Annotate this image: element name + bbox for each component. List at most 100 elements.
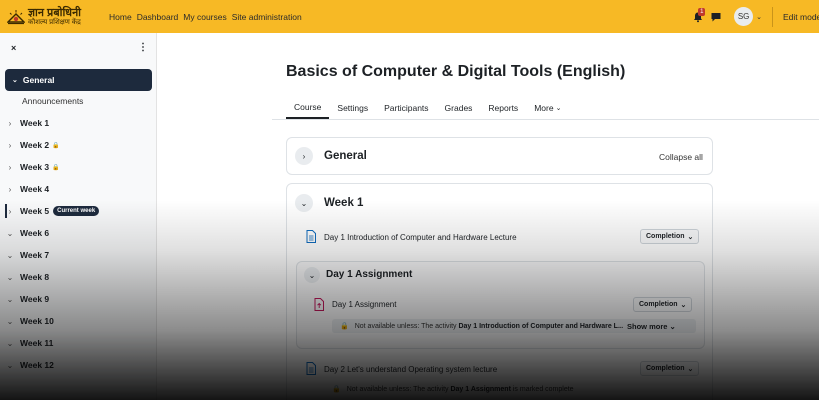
chevron-down-icon: ⌄ bbox=[6, 294, 14, 304]
notification-count-badge: 1 bbox=[698, 7, 706, 16]
tabs-divider bbox=[272, 119, 819, 120]
user-avatar[interactable]: SG bbox=[734, 7, 754, 26]
sidebar-item-label: Week 5 bbox=[20, 206, 50, 216]
tab-more-label: More bbox=[534, 103, 554, 113]
sidebar-item-week-4[interactable]: › Week 4 bbox=[0, 179, 157, 199]
restriction-text: Not available unless: The activity bbox=[346, 385, 451, 393]
sidebar-item-label: Week 3 bbox=[20, 162, 50, 172]
chevron-right-icon: › bbox=[8, 206, 12, 216]
activity-link-day2-lecture[interactable]: Day 2 Let's understand Operating system … bbox=[324, 365, 497, 374]
nav-my-courses[interactable]: My courses bbox=[183, 12, 226, 22]
subsection-day1-assignment: ⌄ Day 1 Assignment Day 1 Assignment Comp… bbox=[296, 261, 705, 349]
secondary-nav-tabs: Course Settings Participants Grades Repo… bbox=[286, 97, 569, 119]
section-title-week-1: Week 1 bbox=[324, 197, 364, 209]
primary-nav: Home Dashboard My courses Site administr… bbox=[109, 12, 302, 22]
sidebar-item-general[interactable]: ⌄ General bbox=[5, 69, 152, 91]
top-navbar: ज्ञान प्रबोधिनी कौशल्य प्रशिक्षण केंद्र … bbox=[0, 0, 819, 33]
tab-grades[interactable]: Grades bbox=[437, 97, 481, 119]
chevron-down-icon: ⌄ bbox=[555, 105, 562, 112]
notifications-bell-icon[interactable]: 1 bbox=[692, 7, 706, 23]
section-title-general: General bbox=[324, 150, 367, 162]
user-tools: 1 SG ⌄ Edit mode bbox=[692, 0, 819, 33]
sidebar-item-label: Week 8 bbox=[20, 272, 50, 282]
sidebar-item-week-5[interactable]: › Week 5 Current week bbox=[0, 201, 157, 221]
restriction-info: 🔒 Not available unless: The activity Day… bbox=[324, 382, 674, 396]
brand-line-2: कौशल्य प्रशिक्षण केंद्र bbox=[28, 18, 81, 26]
chevron-right-icon: › bbox=[8, 118, 12, 128]
brand-line-1: ज्ञान प्रबोधिनी bbox=[28, 6, 82, 19]
sidebar-item-announcements[interactable]: Announcements bbox=[22, 91, 83, 111]
show-more-button[interactable]: Show more ⌄ bbox=[623, 322, 680, 331]
assignment-upload-icon bbox=[314, 298, 324, 311]
subsection-title: Day 1 Assignment bbox=[326, 269, 413, 280]
lock-icon: 🔒 bbox=[332, 386, 341, 393]
sidebar-item-label: Week 11 bbox=[20, 338, 54, 348]
drawer-more-options-icon[interactable]: ⋮ bbox=[138, 42, 148, 53]
restriction-activity-name: Day 1 Assignment bbox=[450, 385, 511, 393]
close-drawer-icon[interactable]: × bbox=[11, 43, 16, 53]
chevron-right-icon: › bbox=[8, 140, 12, 150]
collapse-section-chevron-down-icon[interactable]: ⌄ bbox=[295, 194, 313, 212]
lock-icon: 🔒 bbox=[52, 164, 60, 171]
sunrise-logo-icon bbox=[7, 9, 25, 24]
sidebar-item-label: Week 1 bbox=[20, 118, 50, 128]
user-menu-chevron-down-icon[interactable]: ⌄ bbox=[756, 13, 762, 21]
chevron-right-icon: › bbox=[8, 162, 12, 172]
sidebar-item-week-11[interactable]: ⌄ Week 11 bbox=[0, 333, 157, 353]
course-index-drawer: × ⋮ ⌄ General Announcements › Week 1 › Wee… bbox=[0, 33, 157, 400]
tab-reports[interactable]: Reports bbox=[480, 97, 526, 119]
chevron-down-icon: ⌄ bbox=[6, 316, 14, 326]
chevron-down-icon: ⌄ bbox=[12, 77, 18, 84]
edit-mode-toggle[interactable]: Edit mode bbox=[783, 12, 819, 22]
collapse-subsection-chevron-down-icon[interactable]: ⌄ bbox=[304, 267, 320, 283]
drawer-header: × ⋮ bbox=[0, 33, 156, 63]
restriction-text: Not available unless: The activity bbox=[354, 322, 459, 330]
chevron-down-icon: ⌄ bbox=[669, 322, 676, 331]
messages-chat-icon[interactable] bbox=[710, 11, 722, 23]
chevron-down-icon: ⌄ bbox=[6, 338, 14, 348]
tab-participants[interactable]: Participants bbox=[376, 97, 436, 119]
sidebar-item-label: General bbox=[22, 75, 55, 85]
nav-dashboard[interactable]: Dashboard bbox=[137, 12, 179, 22]
sidebar-item-week-8[interactable]: ⌄ Week 8 bbox=[0, 267, 157, 287]
expand-section-chevron-right-icon[interactable]: › bbox=[295, 147, 313, 165]
sidebar-item-label: Week 9 bbox=[20, 294, 50, 304]
nav-site-administration[interactable]: Site administration bbox=[232, 12, 302, 22]
sidebar-item-week-3[interactable]: › Week 3 🔒 bbox=[0, 157, 157, 177]
restriction-suffix: is marked complete bbox=[510, 385, 574, 393]
collapse-all-link[interactable]: Collapse all bbox=[659, 152, 703, 162]
section-general: › General Collapse all bbox=[286, 137, 713, 175]
completion-dropdown[interactable]: Completion ⌄ bbox=[640, 361, 700, 376]
page-document-icon bbox=[306, 362, 316, 375]
tab-settings[interactable]: Settings bbox=[329, 97, 376, 119]
current-week-badge: Current week bbox=[53, 206, 100, 216]
sidebar-item-label: Week 2 bbox=[20, 140, 50, 150]
sidebar-item-week-10[interactable]: ⌄ Week 10 bbox=[0, 311, 157, 331]
tab-course[interactable]: Course bbox=[286, 97, 330, 119]
brand-logo[interactable]: ज्ञान प्रबोधिनी कौशल्य प्रशिक्षण केंद्र bbox=[7, 6, 103, 26]
sidebar-item-label: Week 10 bbox=[20, 316, 54, 326]
sidebar-item-week-1[interactable]: › Week 1 bbox=[0, 113, 157, 133]
tab-more[interactable]: More ⌄ bbox=[526, 97, 569, 119]
chevron-down-icon: ⌄ bbox=[6, 228, 14, 238]
chevron-down-icon: ⌄ bbox=[687, 365, 694, 373]
activity-link-day1-lecture[interactable]: Day 1 Introduction of Computer and Hardw… bbox=[324, 233, 517, 242]
completion-label: Completion bbox=[639, 301, 678, 308]
sidebar-item-label: Week 7 bbox=[20, 250, 50, 260]
sidebar-item-week-6[interactable]: ⌄ Week 6 bbox=[0, 223, 157, 243]
sidebar-item-week-12[interactable]: ⌄ Week 12 bbox=[0, 355, 157, 375]
sidebar-item-week-7[interactable]: ⌄ Week 7 bbox=[0, 245, 157, 265]
nav-home[interactable]: Home bbox=[109, 12, 132, 22]
sidebar-item-week-9[interactable]: ⌄ Week 9 bbox=[0, 289, 157, 309]
completion-dropdown[interactable]: Completion ⌄ bbox=[640, 229, 700, 244]
chevron-down-icon: ⌄ bbox=[6, 360, 14, 370]
sidebar-item-label: Week 4 bbox=[20, 184, 50, 194]
show-more-label: Show more bbox=[627, 322, 668, 331]
lock-icon: 🔒 bbox=[340, 323, 349, 330]
activity-link-day1-assignment[interactable]: Day 1 Assignment bbox=[332, 300, 396, 309]
sidebar-item-label: Week 12 bbox=[20, 360, 54, 370]
completion-dropdown[interactable]: Completion ⌄ bbox=[633, 297, 693, 312]
sidebar-item-week-2[interactable]: › Week 2 🔒 bbox=[0, 135, 157, 155]
sidebar-item-label: Week 6 bbox=[20, 228, 50, 238]
chevron-down-icon: ⌄ bbox=[680, 301, 687, 309]
